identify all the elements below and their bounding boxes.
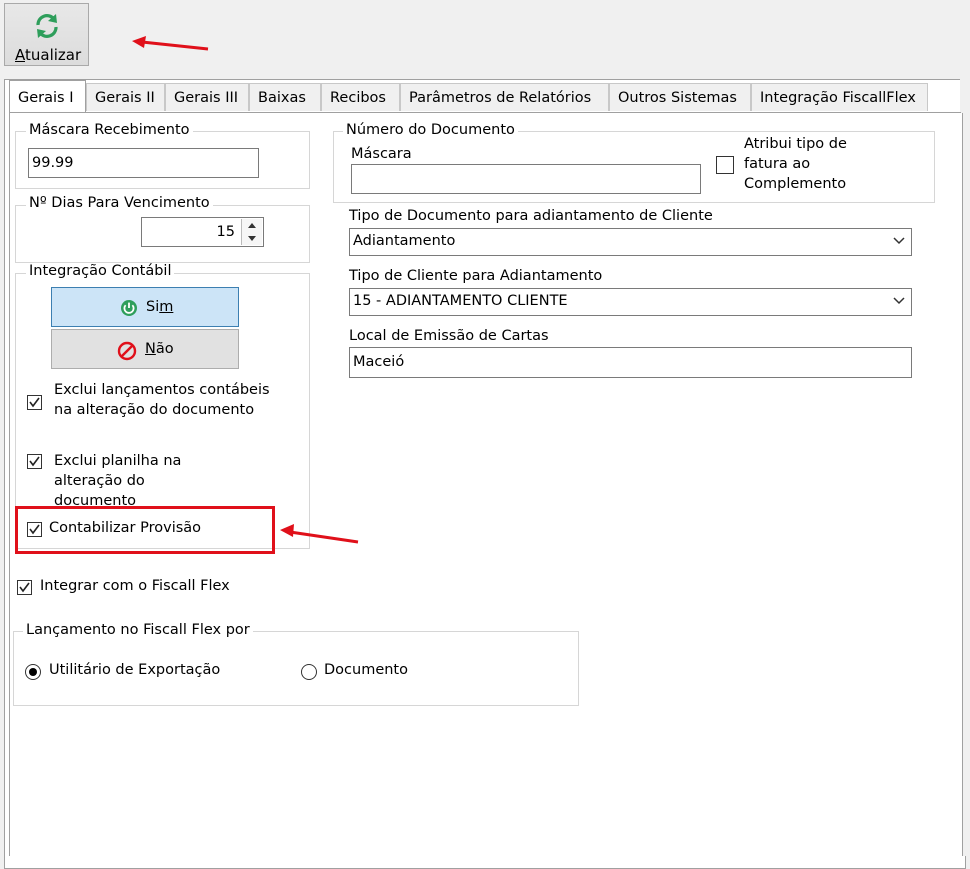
exclui-planilha-checkbox[interactable] — [27, 454, 42, 469]
atribui-tipo-label: Atribui tipo de fatura ao Complemento — [744, 136, 847, 192]
tipo-documento-select[interactable]: Adiantamento — [349, 228, 912, 256]
tipo-cliente-label: Tipo de Cliente para Adiantamento — [349, 268, 603, 284]
tab-gerais-iii[interactable]: Gerais III — [165, 83, 249, 111]
lancamento-fiscall-title: Lançamento no Fiscall Flex por — [23, 622, 253, 638]
refresh-button[interactable]: Atualizar — [4, 3, 89, 66]
check-icon — [29, 456, 40, 467]
tab-gerais-i[interactable]: Gerais I — [9, 80, 86, 112]
nao-label: Não — [145, 341, 174, 357]
tab-content: Máscara Recebimento 99.99 Nº Dias Para V… — [9, 113, 963, 856]
mascara-label: Máscara — [351, 146, 412, 162]
tipo-documento-label: Tipo de Documento para adiantamento de C… — [349, 208, 713, 224]
exclui-lancamentos-checkbox[interactable] — [27, 395, 42, 410]
tab-baixas[interactable]: Baixas — [249, 83, 321, 111]
radio-documento[interactable] — [301, 664, 317, 680]
sim-button[interactable]: Sim — [51, 287, 239, 327]
atribui-tipo-checkbox[interactable] — [716, 156, 734, 174]
tab-integracao-fiscallflex[interactable]: Integração FiscallFlex — [751, 83, 928, 111]
tab-gerais-ii[interactable]: Gerais II — [86, 83, 165, 111]
annotation-arrow — [132, 36, 209, 51]
refresh-label: Atualizar — [15, 46, 82, 64]
check-icon — [19, 582, 30, 593]
mascara-recebimento-input[interactable]: 99.99 — [28, 148, 259, 178]
local-emissao-input[interactable]: Maceió — [349, 347, 912, 378]
annotation-arrow — [280, 524, 359, 544]
tab-outros-sistemas[interactable]: Outros Sistemas — [609, 83, 751, 111]
integrar-fiscall-checkbox[interactable] — [17, 580, 32, 595]
annotation-highlight-box — [15, 506, 275, 554]
spin-down-button[interactable] — [241, 232, 262, 245]
chevron-down-icon — [248, 236, 256, 241]
sim-label: Sim — [146, 299, 174, 315]
dias-vencimento-value: 15 — [216, 224, 235, 240]
spin-up-button[interactable] — [241, 219, 262, 233]
exclui-lancamentos-label: Exclui lançamentos contábeis na alteraçã… — [54, 382, 270, 418]
chevron-down-icon — [893, 237, 905, 245]
integrar-fiscall-label: Integrar com o Fiscall Flex — [40, 578, 230, 594]
dias-vencimento-stepper[interactable]: 15 — [141, 217, 264, 247]
integracao-contabil-title: Integração Contábil — [26, 263, 175, 279]
utilitario-exportacao-label: Utilitário de Exportação — [49, 662, 221, 678]
tipo-cliente-select[interactable]: 15 - ADIANTAMENTO CLIENTE — [349, 288, 912, 316]
toolbar: Atualizar — [0, 0, 970, 70]
tipo-documento-value: Adiantamento — [353, 233, 456, 249]
tab-recibos[interactable]: Recibos — [321, 83, 400, 111]
chevron-down-icon — [893, 297, 905, 305]
radio-selected-dot — [29, 668, 37, 676]
documento-label: Documento — [324, 662, 408, 678]
chevron-up-icon — [248, 223, 256, 228]
mascara-documento-input[interactable] — [351, 164, 701, 194]
mascara-recebimento-title: Máscara Recebimento — [26, 122, 193, 138]
power-icon — [121, 300, 137, 316]
tab-parametros-relatorios[interactable]: Parâmetros de Relatórios — [400, 83, 609, 111]
dias-vencimento-title: Nº Dias Para Vencimento — [26, 195, 213, 211]
refresh-icon — [36, 14, 58, 38]
numero-documento-title: Número do Documento — [343, 122, 518, 138]
exclui-planilha-label: Exclui planilha na alteração do document… — [54, 453, 182, 509]
local-emissao-label: Local de Emissão de Cartas — [349, 328, 549, 344]
check-icon — [29, 397, 40, 408]
nao-button[interactable]: Não — [51, 329, 239, 369]
no-entry-icon — [117, 341, 137, 361]
radio-utilitario-exportacao[interactable] — [25, 664, 41, 680]
tipo-cliente-value: 15 - ADIANTAMENTO CLIENTE — [353, 293, 568, 309]
